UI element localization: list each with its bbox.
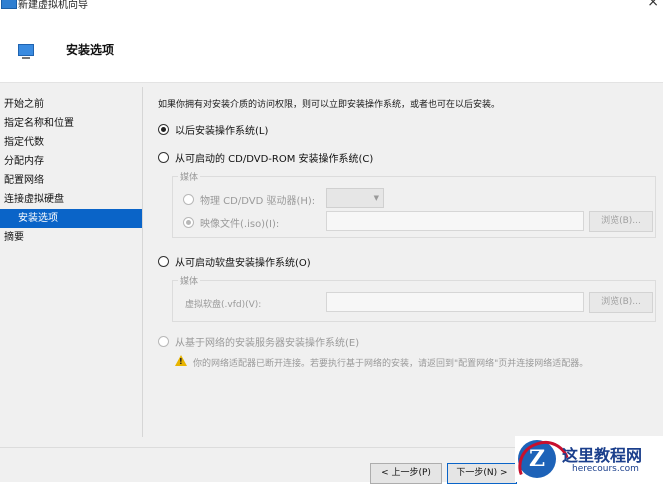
- sidebar-item-generation[interactable]: 指定代数: [0, 133, 142, 152]
- floppy-media-group-label: 媒体: [178, 274, 201, 287]
- browse-vfd-button[interactable]: 浏览(B)...: [589, 292, 653, 313]
- watermark: Z 这里教程网 herecours.com: [515, 436, 663, 482]
- warning-icon: !: [175, 355, 187, 366]
- intro-text: 如果你拥有对安装介质的访问权限，则可以立即安装操作系统，或者也可在以后安装。: [158, 100, 501, 110]
- option-install-floppy[interactable]: 从可启动软盘安装操作系统(O): [158, 254, 311, 269]
- chevron-down-icon: ▼: [373, 194, 379, 202]
- close-icon[interactable]: ×: [647, 0, 659, 10]
- option-network-label: 从基于网络的安装服务器安装操作系统(E): [175, 338, 360, 349]
- radio-install-floppy[interactable]: [158, 256, 169, 267]
- sidebar-item-installation-options[interactable]: 安装选项: [0, 209, 142, 228]
- cd-dvd-media-group-label: 媒体: [178, 170, 201, 183]
- option-floppy-label: 从可启动软盘安装操作系统(O): [175, 258, 311, 269]
- watermark-logo-icon: Z: [518, 440, 556, 478]
- previous-button[interactable]: < 上一步(P): [370, 463, 442, 484]
- sidebar-item-summary[interactable]: 摘要: [0, 228, 142, 247]
- page-header: 安装选项: [0, 14, 663, 83]
- sidebar-item-memory[interactable]: 分配内存: [0, 152, 142, 171]
- option-install-later-label: 以后安装操作系统(L): [175, 126, 269, 137]
- vfd-path-input[interactable]: [326, 292, 584, 312]
- option-physical-drive[interactable]: 物理 CD/DVD 驱动器(H):: [183, 192, 315, 207]
- radio-image-file[interactable]: [183, 217, 194, 228]
- title-bar: 新建虚拟机向导 ×: [0, 0, 663, 14]
- vfd-label: 虚拟软盘(.vfd)(V):: [185, 300, 262, 310]
- image-file-path-input[interactable]: [326, 211, 584, 231]
- watermark-subtitle: herecours.com: [572, 464, 639, 474]
- radio-install-network[interactable]: [158, 336, 169, 347]
- option-install-network[interactable]: 从基于网络的安装服务器安装操作系统(E): [158, 334, 359, 349]
- radio-physical-drive[interactable]: [183, 194, 194, 205]
- option-cd-dvd-label: 从可启动的 CD/DVD-ROM 安装操作系统(C): [175, 154, 374, 165]
- image-file-label: 映像文件(.iso)(I):: [200, 219, 280, 230]
- page-title: 安装选项: [66, 43, 115, 57]
- sidebar-item-networking[interactable]: 配置网络: [0, 171, 142, 190]
- wizard-steps-sidebar: 开始之前 指定名称和位置 指定代数 分配内存 配置网络 连接虚拟硬盘 安装选项 …: [0, 95, 142, 247]
- sidebar-item-name-location[interactable]: 指定名称和位置: [0, 114, 142, 133]
- app-icon: [1, 0, 17, 9]
- watermark-title: 这里教程网: [562, 446, 643, 465]
- window-title: 新建虚拟机向导: [18, 0, 88, 11]
- network-warning-text: 你的网络适配器已断开连接。若要执行基于网络的安装，请返回到"配置网络"页并连接网…: [193, 359, 589, 369]
- option-image-file[interactable]: 映像文件(.iso)(I):: [183, 215, 279, 230]
- radio-install-later[interactable]: [158, 124, 169, 135]
- physical-drive-label: 物理 CD/DVD 驱动器(H):: [200, 196, 316, 207]
- sidebar-item-before-you-begin[interactable]: 开始之前: [0, 95, 142, 114]
- physical-drive-dropdown[interactable]: ▼: [326, 188, 384, 208]
- option-install-later[interactable]: 以后安装操作系统(L): [158, 122, 268, 137]
- radio-install-cd-dvd[interactable]: [158, 152, 169, 163]
- browse-iso-button[interactable]: 浏览(B)...: [589, 211, 653, 232]
- option-install-cd-dvd[interactable]: 从可启动的 CD/DVD-ROM 安装操作系统(C): [158, 150, 373, 165]
- monitor-icon: [18, 44, 34, 59]
- sidebar-item-virtual-disk[interactable]: 连接虚拟硬盘: [0, 190, 142, 209]
- sidebar-divider: [142, 87, 143, 437]
- next-button[interactable]: 下一步(N) >: [447, 463, 517, 484]
